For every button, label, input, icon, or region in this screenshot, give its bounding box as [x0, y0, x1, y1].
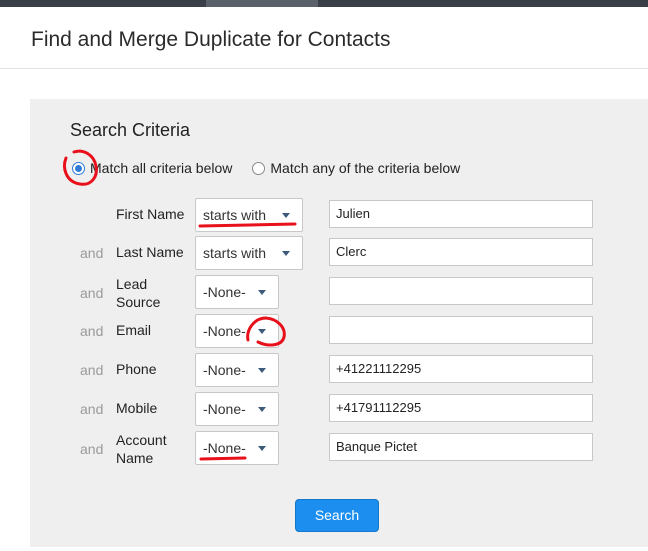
criteria-row-phone: and Phone -None- +41221112295 [30, 353, 648, 389]
top-nav-active-segment[interactable] [206, 0, 318, 7]
chevron-down-icon[interactable] [258, 368, 266, 373]
criteria-row-email: and Email -None- [30, 314, 648, 350]
value-input-mobile[interactable]: +41791112295 [329, 394, 593, 422]
chevron-down-icon[interactable] [282, 213, 290, 218]
section-title: Search Criteria [70, 120, 191, 140]
and-label: and [80, 441, 104, 457]
field-label-first-name: First Name [116, 206, 185, 222]
operator-select-first-name[interactable]: starts with [195, 198, 303, 232]
value-input-lead-source[interactable] [329, 277, 593, 305]
chevron-down-icon[interactable] [258, 290, 266, 295]
page-title: Find and Merge Duplicate for Contacts [31, 28, 391, 51]
operator-value: -None- [203, 284, 246, 300]
criteria-row-first-name: First Name starts with Julien [30, 198, 648, 234]
criteria-row-mobile: and Mobile -None- +41791112295 [30, 392, 648, 428]
match-mode-group: Match all criteria below Match any of th… [72, 158, 480, 178]
and-label: and [80, 362, 104, 378]
field-label-last-name: Last Name [116, 244, 184, 260]
operator-select-account-name[interactable]: -None- [195, 431, 279, 465]
match-any-radio[interactable] [252, 161, 266, 175]
page-header: Find and Merge Duplicate for Contacts [0, 7, 648, 69]
value-input-email[interactable] [329, 316, 593, 344]
field-label-line: Lead [116, 276, 148, 292]
criteria-row-account-name: and Account Name -None- Banque Pictet [30, 431, 648, 467]
chevron-down-icon[interactable] [282, 251, 290, 256]
operator-value: -None- [203, 440, 246, 456]
operator-select-phone[interactable]: -None- [195, 353, 279, 387]
operator-value: starts with [203, 245, 267, 261]
field-label-email: Email [116, 322, 152, 338]
search-button[interactable]: Search [295, 499, 379, 532]
value-input-phone[interactable]: +41221112295 [329, 355, 593, 383]
operator-value: -None- [203, 323, 246, 339]
chevron-down-icon[interactable] [258, 329, 266, 334]
and-label: and [80, 285, 104, 301]
chevron-down-icon[interactable] [258, 446, 266, 451]
field-label-lead-source: Lead Source [116, 275, 160, 311]
value-input-first-name[interactable]: Julien [329, 200, 593, 228]
criteria-row-lead-source: and Lead Source -None- [30, 275, 648, 311]
field-label-account-name: Account Name [116, 431, 167, 467]
field-label-line: Name [116, 450, 154, 466]
operator-select-email[interactable]: -None- [195, 314, 279, 348]
operator-select-lead-source[interactable]: -None- [195, 275, 279, 309]
operator-value: -None- [203, 401, 246, 417]
match-all-label[interactable]: Match all criteria below [90, 160, 232, 176]
criteria-row-last-name: and Last Name starts with Clerc [30, 236, 648, 272]
chevron-down-icon[interactable] [258, 407, 266, 412]
search-criteria-panel: Search Criteria Match all criteria below… [30, 99, 648, 547]
match-all-radio[interactable] [72, 161, 85, 175]
value-input-account-name[interactable]: Banque Pictet [329, 433, 593, 461]
match-any-label[interactable]: Match any of the criteria below [270, 160, 460, 176]
value-input-last-name[interactable]: Clerc [329, 238, 593, 266]
operator-select-last-name[interactable]: starts with [195, 236, 303, 270]
operator-value: -None- [203, 362, 246, 378]
field-label-line: Account [116, 432, 167, 448]
and-label: and [80, 401, 104, 417]
field-label-mobile: Mobile [116, 400, 158, 416]
top-nav-bar [0, 0, 648, 7]
operator-value: starts with [203, 207, 267, 223]
operator-select-mobile[interactable]: -None- [195, 392, 279, 426]
and-label: and [80, 323, 104, 339]
field-label-phone: Phone [116, 361, 157, 377]
field-label-line: Source [116, 294, 161, 310]
and-label: and [80, 245, 104, 261]
